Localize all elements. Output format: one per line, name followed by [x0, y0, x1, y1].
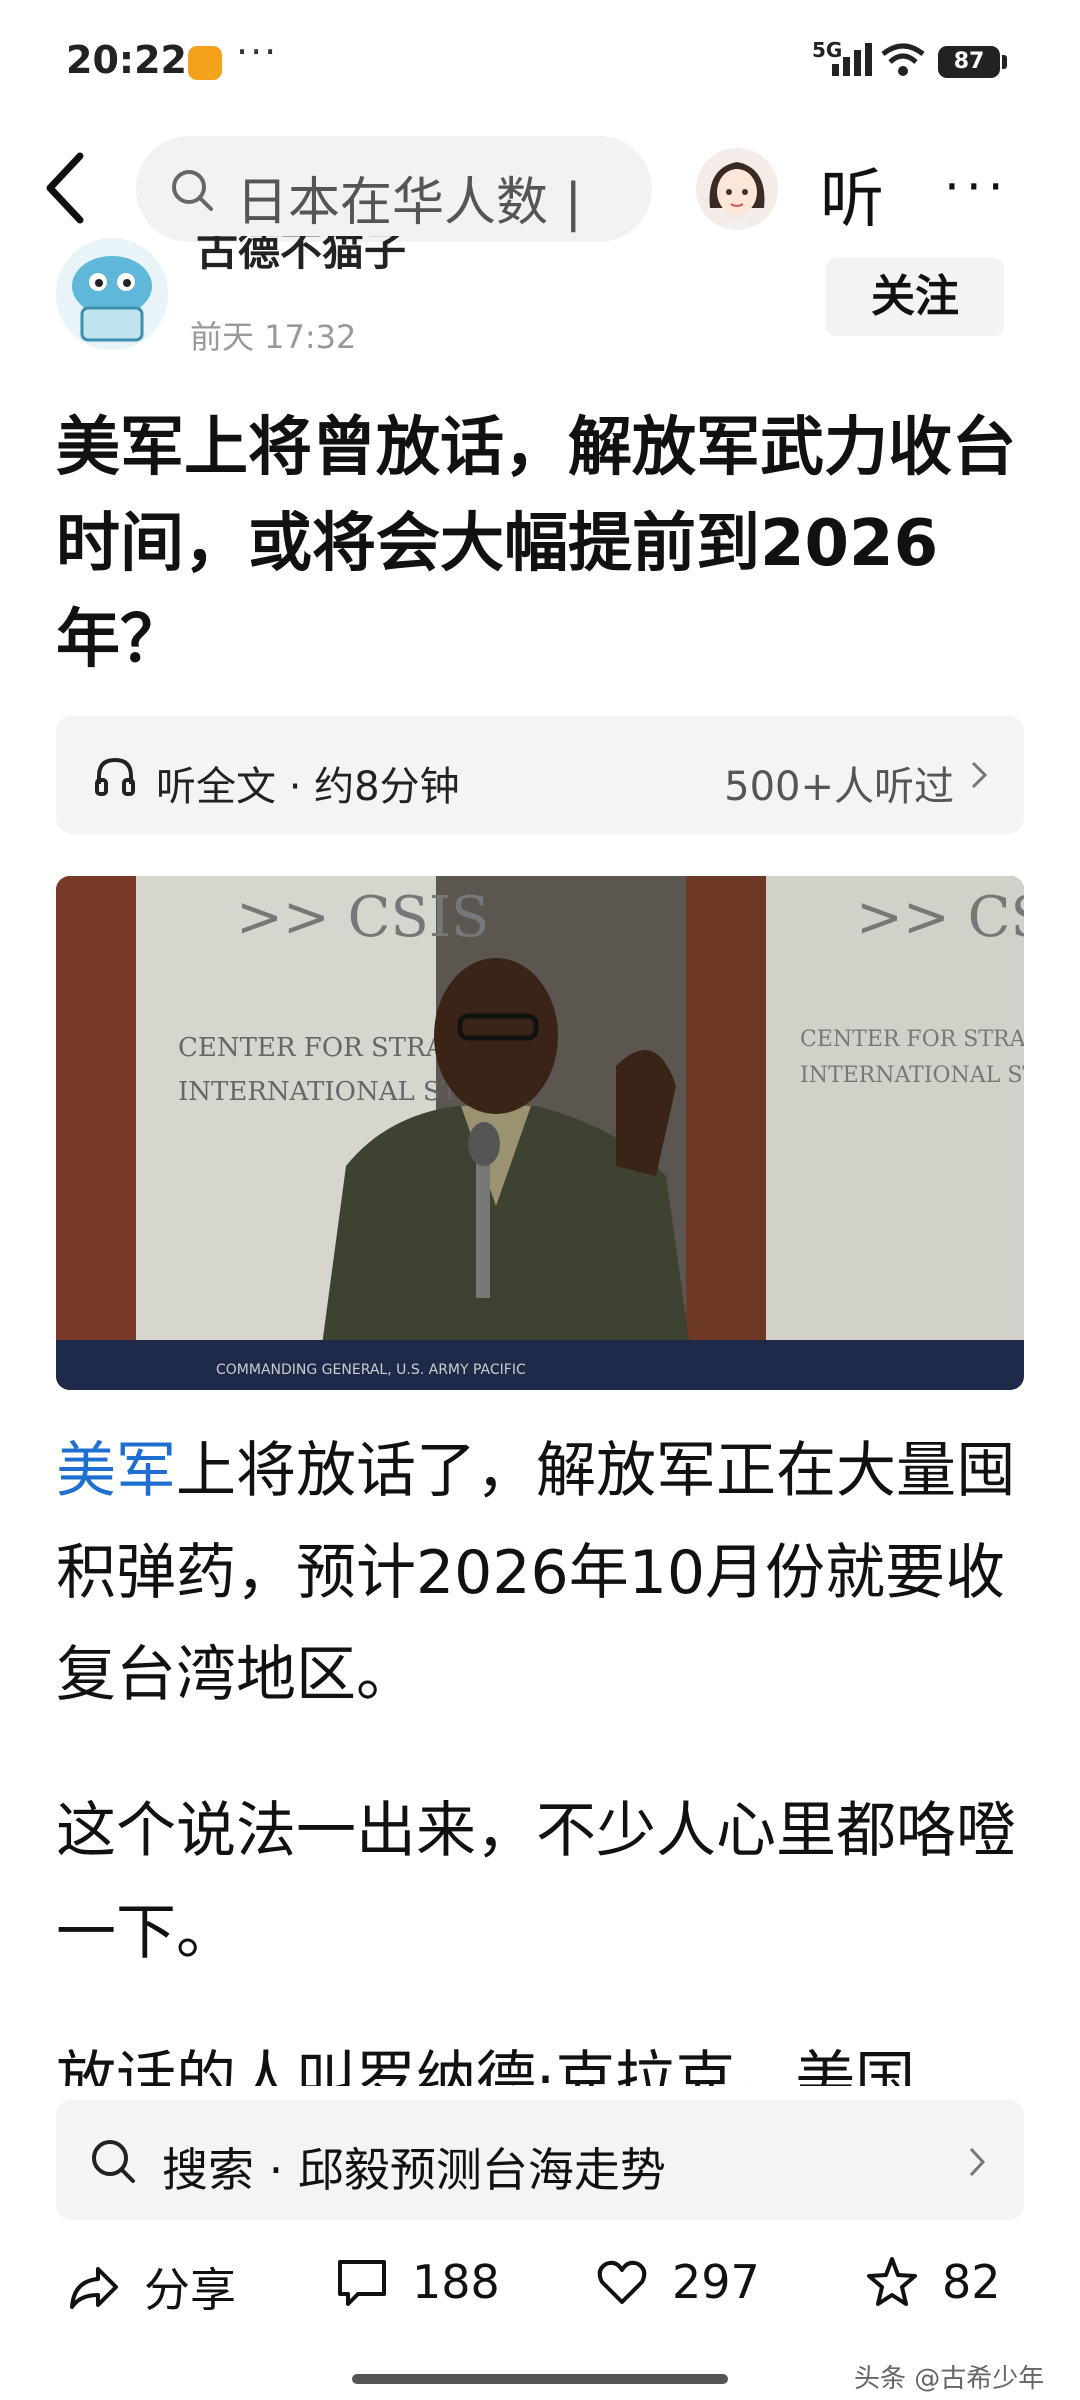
- paragraph-1: 美军上将放话了，解放军正在大量囤积弹药，预计2026年10月份就要收复台湾地区。: [56, 1420, 1024, 1726]
- more-icon[interactable]: ···: [944, 158, 1010, 216]
- comment-button[interactable]: 188: [334, 2254, 500, 2310]
- favorite-button[interactable]: 82: [864, 2254, 1001, 2310]
- author-name[interactable]: 古德不猫子: [196, 236, 406, 272]
- comment-icon: [338, 2260, 386, 2306]
- battery-indicator: 87: [938, 46, 1000, 78]
- app-notification-icon: [188, 46, 222, 80]
- sign-right-line1: CENTER FOR STRATEGIC: [800, 1027, 1024, 1052]
- home-indicator[interactable]: [352, 2374, 728, 2384]
- post-time: 前天 17:32: [190, 318, 357, 356]
- signal-icon: [832, 42, 872, 76]
- share-icon: [70, 2267, 118, 2309]
- listen-button[interactable]: 听: [820, 148, 884, 240]
- avatar-image: [696, 148, 778, 230]
- speaker-photo: >> CSIS CENTER FOR STRATE INTERNATIONAL …: [56, 876, 1024, 1390]
- wifi-icon: [881, 43, 925, 76]
- like-count: 297: [672, 2255, 760, 2309]
- sign-right-logo: >> CSIS: [856, 885, 1024, 950]
- like-button[interactable]: 297: [594, 2254, 760, 2310]
- image-caption: COMMANDING GENERAL, U.S. ARMY PACIFIC: [216, 1362, 526, 1378]
- status-time: 20:22: [66, 38, 187, 82]
- sign-left-logo: >> CSIS: [236, 885, 489, 950]
- comment-count: 188: [412, 2255, 500, 2309]
- user-avatar[interactable]: [696, 148, 778, 230]
- headphones-icon: [95, 757, 135, 796]
- article-image[interactable]: >> CSIS CENTER FOR STRATE INTERNATIONAL …: [56, 876, 1024, 1390]
- chevron-right-icon: [969, 2147, 986, 2177]
- listen-duration: 听全文 · 约8分钟: [156, 764, 460, 810]
- article-title: 美军上将曾放话，解放军武力收台时间，或将会大幅提前到2026年？: [56, 411, 1016, 677]
- follow-button[interactable]: 关注: [826, 258, 1004, 336]
- heart-icon: [597, 2260, 647, 2304]
- back-icon[interactable]: [36, 148, 96, 228]
- watermark: 头条 @古希少年: [854, 2364, 1045, 2394]
- share-button[interactable]: 分享: [66, 2254, 236, 2320]
- star-icon: [867, 2257, 917, 2306]
- keyword-link[interactable]: 美军: [56, 1436, 176, 1506]
- author-avatar[interactable]: [56, 238, 168, 350]
- chevron-right-icon: [971, 761, 988, 789]
- sign-left-line2: INTERNATIONAL ST: [178, 1077, 459, 1107]
- related-search-label: 搜索 · 邱毅预测台海走势: [162, 2143, 666, 2197]
- author-avatar-image: [56, 238, 168, 350]
- sign-right-line2: INTERNATIONAL STUDIES: [800, 1063, 1024, 1088]
- search-bar[interactable]: 日本在华人数 |: [136, 136, 652, 242]
- search-query: 日本在华人数 |: [236, 173, 583, 233]
- search-icon: [92, 2140, 135, 2183]
- paragraph-2: 这个说法一出来，不少人心里都咯噔一下。: [56, 1796, 1016, 1968]
- search-icon: [172, 170, 213, 211]
- status-more-icon: ···: [236, 30, 279, 74]
- paragraph-3: 放话的人叫罗纳德·克拉克，美国: [56, 2045, 916, 2086]
- related-search-bar[interactable]: 搜索 · 邱毅预测台海走势: [56, 2100, 1024, 2220]
- favorite-count: 82: [942, 2255, 1001, 2309]
- listen-count: 500+人听过: [724, 764, 954, 810]
- share-label: 分享: [144, 2263, 236, 2317]
- paragraph-1-text: 上将放话了，解放军正在大量囤积弹药，预计2026年10月份就要收复台湾地区。: [56, 1436, 1016, 1710]
- listen-full-article-bar[interactable]: 听全文 · 约8分钟 500+人听过: [56, 716, 1024, 834]
- battery-tip: [1002, 55, 1007, 69]
